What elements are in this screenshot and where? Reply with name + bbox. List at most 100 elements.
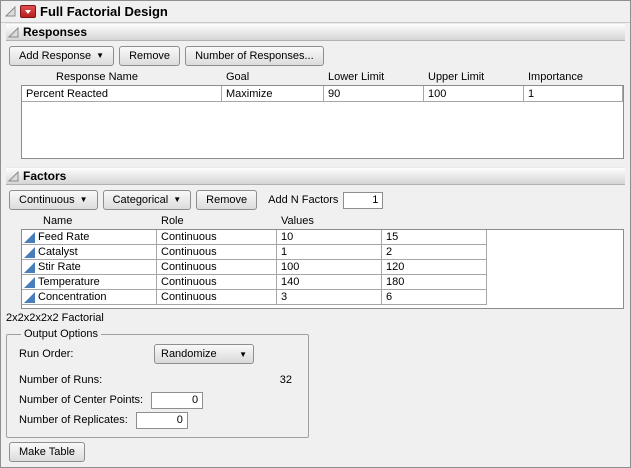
col-empty — [486, 214, 624, 229]
remove-factor-button[interactable]: Remove — [196, 190, 257, 210]
table-row: Percent Reacted Maximize 90 100 1 — [22, 86, 623, 102]
upper-limit-cell[interactable]: 100 — [424, 86, 524, 102]
table-row: Stir Rate Continuous 100 120 — [22, 260, 623, 275]
factor-name-label: Stir Rate — [38, 261, 81, 274]
factor-name-label: Concentration — [38, 291, 107, 304]
factors-header-label: Factors — [23, 169, 66, 183]
factor-name-label: Feed Rate — [38, 231, 89, 244]
factor-high-cell[interactable]: 15 — [382, 230, 487, 245]
replicates-label: Number of Replicates: — [19, 414, 128, 426]
col-role: Role — [156, 214, 276, 229]
factor-high-cell[interactable]: 6 — [382, 290, 487, 305]
replicates-row: Number of Replicates: — [19, 411, 300, 429]
output-options-group: Output Options Run Order: Randomize ▼ Nu… — [6, 328, 309, 438]
col-goal: Goal — [221, 70, 323, 85]
factor-role-cell[interactable]: Continuous — [157, 230, 277, 245]
empty-cell — [487, 290, 623, 305]
red-report-menu-icon[interactable] — [20, 5, 36, 18]
col-values-2 — [381, 214, 486, 229]
output-options-legend: Output Options — [21, 328, 101, 340]
factor-name-label: Catalyst — [38, 246, 78, 259]
factor-name-cell[interactable]: Stir Rate — [22, 260, 157, 275]
chevron-down-icon: ▼ — [80, 196, 88, 204]
col-name: Name — [21, 214, 156, 229]
number-of-responses-label: Number of Responses... — [195, 50, 314, 62]
continuous-factor-icon — [24, 232, 35, 243]
chevron-down-icon: ▼ — [239, 350, 247, 359]
center-points-label: Number of Center Points: — [19, 394, 143, 406]
disclosure-triangle-icon[interactable] — [8, 171, 19, 182]
responses-table: Response Name Goal Lower Limit Upper Lim… — [21, 70, 624, 159]
run-order-dropdown[interactable]: Randomize ▼ — [154, 344, 254, 364]
make-table-button[interactable]: Make Table — [9, 442, 85, 462]
add-response-button[interactable]: Add Response ▼ — [9, 46, 114, 66]
factor-name-cell[interactable]: Concentration — [22, 290, 157, 305]
spacer — [1, 159, 630, 167]
importance-cell[interactable]: 1 — [524, 86, 623, 102]
make-table-label: Make Table — [19, 446, 75, 458]
factor-high-cell[interactable]: 180 — [382, 275, 487, 290]
page-title: Full Factorial Design — [40, 4, 168, 19]
factor-low-cell[interactable]: 3 — [277, 290, 382, 305]
add-response-label: Add Response — [19, 50, 91, 62]
continuous-factor-icon — [24, 247, 35, 258]
remove-response-button[interactable]: Remove — [119, 46, 180, 66]
continuous-button[interactable]: Continuous ▼ — [9, 190, 98, 210]
responses-section-header[interactable]: Responses — [6, 23, 625, 41]
table-row: Concentration Continuous 3 6 — [22, 290, 623, 305]
response-name-cell[interactable]: Percent Reacted — [22, 86, 222, 102]
add-n-factors-label: Add N Factors — [268, 194, 338, 206]
responses-header-label: Responses — [23, 25, 87, 39]
factor-high-cell[interactable]: 2 — [382, 245, 487, 260]
add-n-factors-input[interactable] — [343, 192, 383, 209]
disclosure-triangle-icon[interactable] — [5, 6, 16, 17]
factor-low-cell[interactable]: 100 — [277, 260, 382, 275]
table-row: Feed Rate Continuous 10 15 — [22, 230, 623, 245]
continuous-factor-icon — [24, 262, 35, 273]
number-of-runs-row: Number of Runs: 32 — [19, 371, 300, 389]
factor-role-cell[interactable]: Continuous — [157, 245, 277, 260]
factor-name-cell[interactable]: Temperature — [22, 275, 157, 290]
full-factorial-design-window: Full Factorial Design Responses Add Resp… — [0, 0, 631, 468]
factors-table: Name Role Values Feed Rate Continuous 10… — [21, 214, 624, 309]
col-upper-limit: Upper Limit — [423, 70, 523, 85]
lower-limit-cell[interactable]: 90 — [324, 86, 424, 102]
col-response-name: Response Name — [21, 70, 221, 85]
number-of-runs-value: 32 — [280, 374, 292, 386]
factor-name-cell[interactable]: Catalyst — [22, 245, 157, 260]
factors-section-header[interactable]: Factors — [6, 167, 625, 185]
col-importance: Importance — [523, 70, 624, 85]
factor-low-cell[interactable]: 10 — [277, 230, 382, 245]
categorical-label: Categorical — [113, 194, 169, 206]
factor-name-cell[interactable]: Feed Rate — [22, 230, 157, 245]
factor-role-cell[interactable]: Continuous — [157, 275, 277, 290]
replicates-input[interactable] — [136, 412, 188, 429]
continuous-factor-icon — [24, 292, 35, 303]
run-order-row: Run Order: Randomize ▼ — [19, 343, 300, 365]
disclosure-triangle-icon[interactable] — [8, 27, 19, 38]
run-order-value: Randomize — [161, 348, 217, 360]
factor-low-cell[interactable]: 1 — [277, 245, 382, 260]
empty-cell — [487, 245, 623, 260]
factors-button-row: Continuous ▼ Categorical ▼ Remove Add N … — [9, 189, 630, 211]
table-row: Catalyst Continuous 1 2 — [22, 245, 623, 260]
responses-table-header: Response Name Goal Lower Limit Upper Lim… — [21, 70, 624, 85]
factors-table-body: Feed Rate Continuous 10 15 Catalyst Cont… — [21, 229, 624, 309]
number-of-responses-button[interactable]: Number of Responses... — [185, 46, 324, 66]
title-row: Full Factorial Design — [1, 1, 630, 23]
remove-label: Remove — [206, 194, 247, 206]
remove-label: Remove — [129, 50, 170, 62]
factors-table-header: Name Role Values — [21, 214, 624, 229]
empty-cell — [487, 275, 623, 290]
factor-high-cell[interactable]: 120 — [382, 260, 487, 275]
center-points-row: Number of Center Points: — [19, 391, 300, 409]
continuous-label: Continuous — [19, 194, 75, 206]
factor-role-cell[interactable]: Continuous — [157, 290, 277, 305]
center-points-input[interactable] — [151, 392, 203, 409]
factor-low-cell[interactable]: 140 — [277, 275, 382, 290]
responses-button-row: Add Response ▼ Remove Number of Response… — [9, 45, 630, 67]
table-row: Temperature Continuous 140 180 — [22, 275, 623, 290]
categorical-button[interactable]: Categorical ▼ — [103, 190, 192, 210]
factor-role-cell[interactable]: Continuous — [157, 260, 277, 275]
goal-cell[interactable]: Maximize — [222, 86, 324, 102]
